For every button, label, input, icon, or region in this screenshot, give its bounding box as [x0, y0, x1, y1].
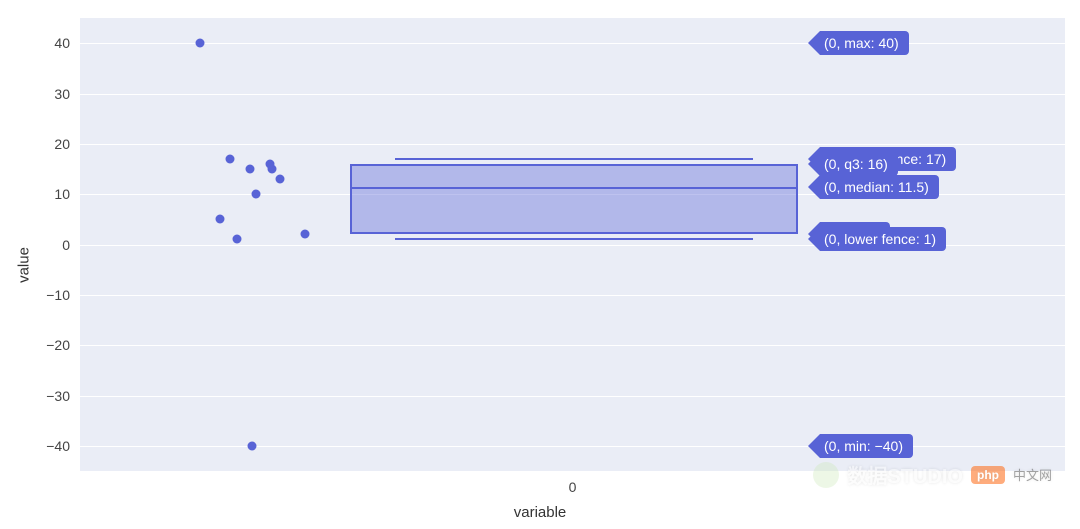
annotation-pointer-icon — [808, 175, 820, 199]
watermark: 数据STUDIO php 中文网 — [813, 460, 1052, 489]
watermark-text: 数据STUDIO — [847, 460, 963, 489]
annotation-label: (0, median: 11.5) — [820, 175, 939, 199]
gridline-h — [80, 396, 1065, 397]
gridline-h — [80, 144, 1065, 145]
upper-whisker-cap — [395, 158, 753, 160]
y-tick-label: −30 — [46, 388, 70, 404]
gridline-h — [80, 295, 1065, 296]
scatter-point — [246, 165, 255, 174]
scatter-point — [248, 441, 257, 450]
watermark-icon — [813, 462, 839, 488]
scatter-point — [196, 39, 205, 48]
scatter-point — [233, 235, 242, 244]
y-tick-label: 40 — [54, 35, 70, 51]
gridline-h — [80, 345, 1065, 346]
annotation-median: (0, median: 11.5) — [808, 175, 939, 199]
y-tick-label: 30 — [54, 86, 70, 102]
y-axis-label: value — [16, 247, 33, 283]
scatter-point — [216, 215, 225, 224]
gridline-h — [80, 446, 1065, 447]
y-tick-label: 10 — [54, 186, 70, 202]
annotation-label: (0, lower fence: 1) — [820, 227, 946, 251]
annotation-label: (0, min: −40) — [820, 434, 913, 458]
watermark-cn: 中文网 — [1013, 465, 1052, 484]
scatter-point — [301, 230, 310, 239]
box — [350, 164, 798, 234]
scatter-point — [226, 154, 235, 163]
scatter-point — [276, 175, 285, 184]
y-tick-label: −20 — [46, 337, 70, 353]
annotation-pointer-icon — [808, 31, 820, 55]
x-tick-label: 0 — [569, 479, 577, 495]
php-badge: php — [971, 466, 1005, 484]
lower-whisker-cap — [395, 238, 753, 240]
x-axis-label: variable — [514, 504, 567, 521]
annotation-lower_fence: (0, lower fence: 1) — [808, 227, 946, 251]
gridline-h — [80, 94, 1065, 95]
scatter-point — [266, 159, 275, 168]
box-plot: −40−30−20−100102030400(0, max: 40)(0, up… — [80, 18, 1065, 471]
annotation-pointer-icon — [808, 434, 820, 458]
gridline-h — [80, 43, 1065, 44]
annotation-pointer-icon — [808, 152, 820, 176]
y-tick-label: 0 — [62, 237, 70, 253]
scatter-point — [252, 190, 261, 199]
median-line — [350, 187, 798, 189]
y-tick-label: 20 — [54, 136, 70, 152]
y-tick-label: −40 — [46, 438, 70, 454]
annotation-label: (0, q3: 16) — [820, 152, 898, 176]
annotation-min: (0, min: −40) — [808, 434, 913, 458]
annotation-label: (0, max: 40) — [820, 31, 909, 55]
y-tick-label: −10 — [46, 287, 70, 303]
annotation-q3: (0, q3: 16) — [808, 152, 898, 176]
annotation-pointer-icon — [808, 227, 820, 251]
annotation-max: (0, max: 40) — [808, 31, 909, 55]
